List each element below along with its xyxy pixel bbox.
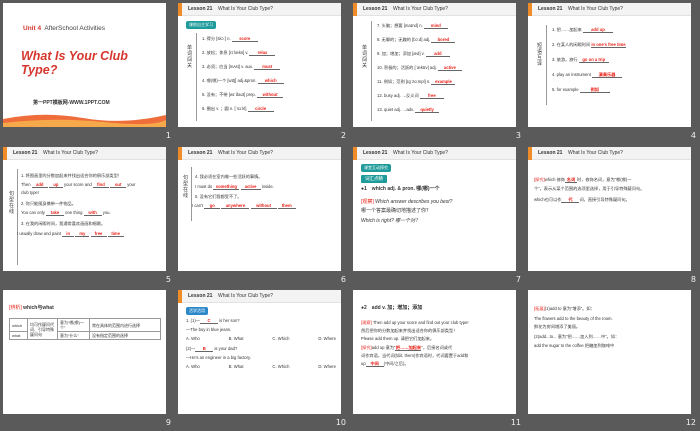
slide-header: Lesson 21 What Is Your Club Type? <box>353 3 516 16</box>
slide-thumbnail[interactable]: Lesson 21 What Is Your Club Type? 课堂互动探究 … <box>353 147 516 271</box>
slide-cell-6[interactable]: Lesson 21 What Is Your Club Type? 句型在线 4.… <box>175 144 350 288</box>
comparison-table: which 均可作疑问代词、引导特殊疑问句 意为“哪(哪)一个” 常在具体的范围… <box>9 318 161 340</box>
slide-number: 10 <box>335 418 346 427</box>
slide-sorter-grid: Unit 4 AfterSchool Activities What Is Yo… <box>0 0 700 431</box>
slide-cell-1[interactable]: Unit 4 AfterSchool Activities What Is Yo… <box>0 0 175 144</box>
slide-number: 9 <box>165 418 171 427</box>
slide-thumbnail[interactable]: [辨析] which与what which 均可作疑问代词、引导特殊疑问句 意为… <box>3 290 166 414</box>
slide-number: 5 <box>165 275 171 284</box>
slide-cell-12[interactable]: [拓展](1)add to 意为“增添”。如： The flowers add … <box>525 287 700 431</box>
vocab-line: 12. busy adj. →反义词 free <box>377 93 444 99</box>
answer-blank: example <box>431 79 456 85</box>
answer-blank: mind <box>423 23 448 29</box>
vocab-line: 2. 放松；休息 [rɪˈlæks] v. relax <box>202 50 276 56</box>
vocab-line: 3. 必须；应当 [mʌst] v. aux. must <box>202 64 281 70</box>
slide-footer: 第一PPT模板网-WWW.1PPT.COM <box>33 100 110 106</box>
slide-number: 12 <box>685 418 696 427</box>
vocab-line: 9. 加；增加；添加 [æd] v. add <box>377 51 450 57</box>
vocab-line: 7. 头脑；想要 [maɪnd] n. mind <box>377 23 448 29</box>
slide-cell-9[interactable]: [辨析] which与what which 均可作疑问代词、引导特殊疑问句 意为… <box>0 287 175 431</box>
answer-blank: go on a trip <box>578 57 609 63</box>
vocab-line: 2. 在某人的闲暇时间 in one's free time <box>552 42 626 48</box>
answer-blank: active <box>437 65 462 71</box>
answer-blank: add up <box>582 27 613 33</box>
slide-thumbnail[interactable]: Lesson 21 What Is Your Club Type? 课前自主学习 … <box>178 3 341 127</box>
answer-blank: circle <box>247 106 274 112</box>
vocab-line: 11. 例如；范例 [ɪɡˈzɑːmpl] n. example <box>377 79 456 85</box>
slide-header: Lesson 21 What Is Your Club Type? <box>353 147 516 160</box>
answer-blank: 演奏乐器 <box>592 72 623 78</box>
vocab-line: 1. 把……加起来 add up <box>552 27 613 33</box>
slide-cell-2[interactable]: Lesson 21 What Is Your Club Type? 课前自主学习 … <box>175 0 350 144</box>
slide-cell-7[interactable]: Lesson 21 What Is Your Club Type? 课堂互动探究 … <box>350 144 525 288</box>
section-tag: 词汇点睛 <box>361 175 387 183</box>
vocab-line: 5. 没有；不带 [wɪˈðaʊt] prep. without <box>202 92 284 98</box>
slide-title: What Is Your Club Type? <box>21 49 128 77</box>
slide-cell-8[interactable]: Lesson 21 What Is Your Club Type? [探究]whi… <box>525 144 700 288</box>
slide-number: 2 <box>340 131 346 140</box>
slide-thumbnail[interactable]: Lesson 21 What Is Your Club Type? 活学活用 1.… <box>178 290 341 414</box>
slide-number: 4 <box>690 131 696 140</box>
slide-number: 7 <box>515 275 521 284</box>
slide-cell-4[interactable]: Lesson 21 What Is Your Club Type? 短语互译 1.… <box>525 0 700 144</box>
side-label: 单词闯关 <box>186 45 192 69</box>
answer-blank: quietly <box>415 107 440 113</box>
answer-blank: in one's free time <box>591 42 626 48</box>
slide-header: Lesson 21 What Is Your Club Type? <box>178 3 341 16</box>
slide-number: 6 <box>340 275 346 284</box>
vocab-line: 13. quiet adj. →adv. quietly <box>377 107 440 113</box>
slide-header: Lesson 21 What Is Your Club Type? <box>178 147 341 160</box>
side-label: 单词闯关 <box>361 45 367 69</box>
slide-cell-3[interactable]: Lesson 21 What Is Your Club Type? 单词闯关 7.… <box>350 0 525 144</box>
vocab-line: 5. for example 例如 <box>552 87 610 93</box>
unit-label: Unit 4 AfterSchool Activities <box>23 25 106 32</box>
vocab-line: 10. 积极的；活跃的 [ˈæktɪv] adj. active <box>377 65 462 71</box>
slide-thumbnail[interactable]: Lesson 21 What Is Your Club Type? 单词闯关 7.… <box>353 3 516 127</box>
answer-blank: bored <box>431 37 456 43</box>
vocab-line: 3. 旅游，旅行 go on a trip <box>552 57 609 63</box>
answer-blank: add <box>425 51 450 57</box>
slide-number: 1 <box>165 131 171 140</box>
vocab-line: 4. 哪(哪)一个 [wɪtʃ] adj.&pron. which <box>202 78 284 84</box>
slide-thumbnail[interactable]: Lesson 21 What Is Your Club Type? 短语互译 1.… <box>528 3 691 127</box>
slide-header: Lesson 21 What Is Your Club Type? <box>528 3 691 16</box>
side-label: 句型在线 <box>8 191 14 215</box>
side-label: 句型在线 <box>182 175 188 199</box>
side-label: 短语互译 <box>536 43 542 67</box>
slide-cell-5[interactable]: Lesson 21 What Is Your Club Type? 句型在线 1.… <box>0 144 175 288</box>
answer-blank: free <box>419 93 444 99</box>
slide-number: 11 <box>510 418 521 427</box>
answer-blank: without <box>257 92 284 98</box>
answer-blank: relax <box>249 50 276 56</box>
answer-blank: 例如 <box>579 87 610 93</box>
slide-number: 3 <box>515 131 521 140</box>
slide-thumbnail[interactable]: Lesson 21 What Is Your Club Type? 句型在线 4.… <box>178 147 341 271</box>
slide-thumbnail[interactable]: ●2 add v. 加；增加；添加 [观察] Then add up your … <box>353 290 516 414</box>
decorative-wave <box>3 114 166 127</box>
slide-header: Lesson 21 What Is Your Club Type? <box>3 147 166 160</box>
answer-blank: which <box>257 78 284 84</box>
vocab-line: 6. 圈出 v. ；圆 n. [ˈsɜːkl] circle <box>202 106 274 112</box>
vocab-line: 8. 无聊的；无趣的 [bɔːd] adj. bored <box>377 37 456 43</box>
slide-thumbnail[interactable]: [拓展](1)add to 意为“增添”。如： The flowers add … <box>528 290 691 414</box>
slide-cell-11[interactable]: ●2 add v. 加；增加；添加 [观察] Then add up your … <box>350 287 525 431</box>
slide-number: 8 <box>690 275 696 284</box>
answer-blank: score <box>231 36 258 42</box>
vocab-line: 1. 得分 [skɔː] n. score <box>202 36 258 42</box>
slide-header: Lesson 21 What Is Your Club Type? <box>178 290 341 303</box>
section-badge: 课堂互动探究 <box>361 164 391 172</box>
section-badge: 活学活用 <box>186 307 208 315</box>
slide-header: Lesson 21 What Is Your Club Type? <box>528 147 691 160</box>
slide-cell-10[interactable]: Lesson 21 What Is Your Club Type? 活学活用 1.… <box>175 287 350 431</box>
slide-thumbnail[interactable]: Lesson 21 What Is Your Club Type? [探究]whi… <box>528 147 691 271</box>
slide-thumbnail[interactable]: Lesson 21 What Is Your Club Type? 句型在线 1.… <box>3 147 166 271</box>
vocab-line: 4. play an instrument 演奏乐器 <box>552 72 623 78</box>
answer-blank: must <box>254 64 281 70</box>
slide-thumbnail[interactable]: Unit 4 AfterSchool Activities What Is Yo… <box>3 3 166 127</box>
section-badge: 课前自主学习 <box>186 21 216 29</box>
